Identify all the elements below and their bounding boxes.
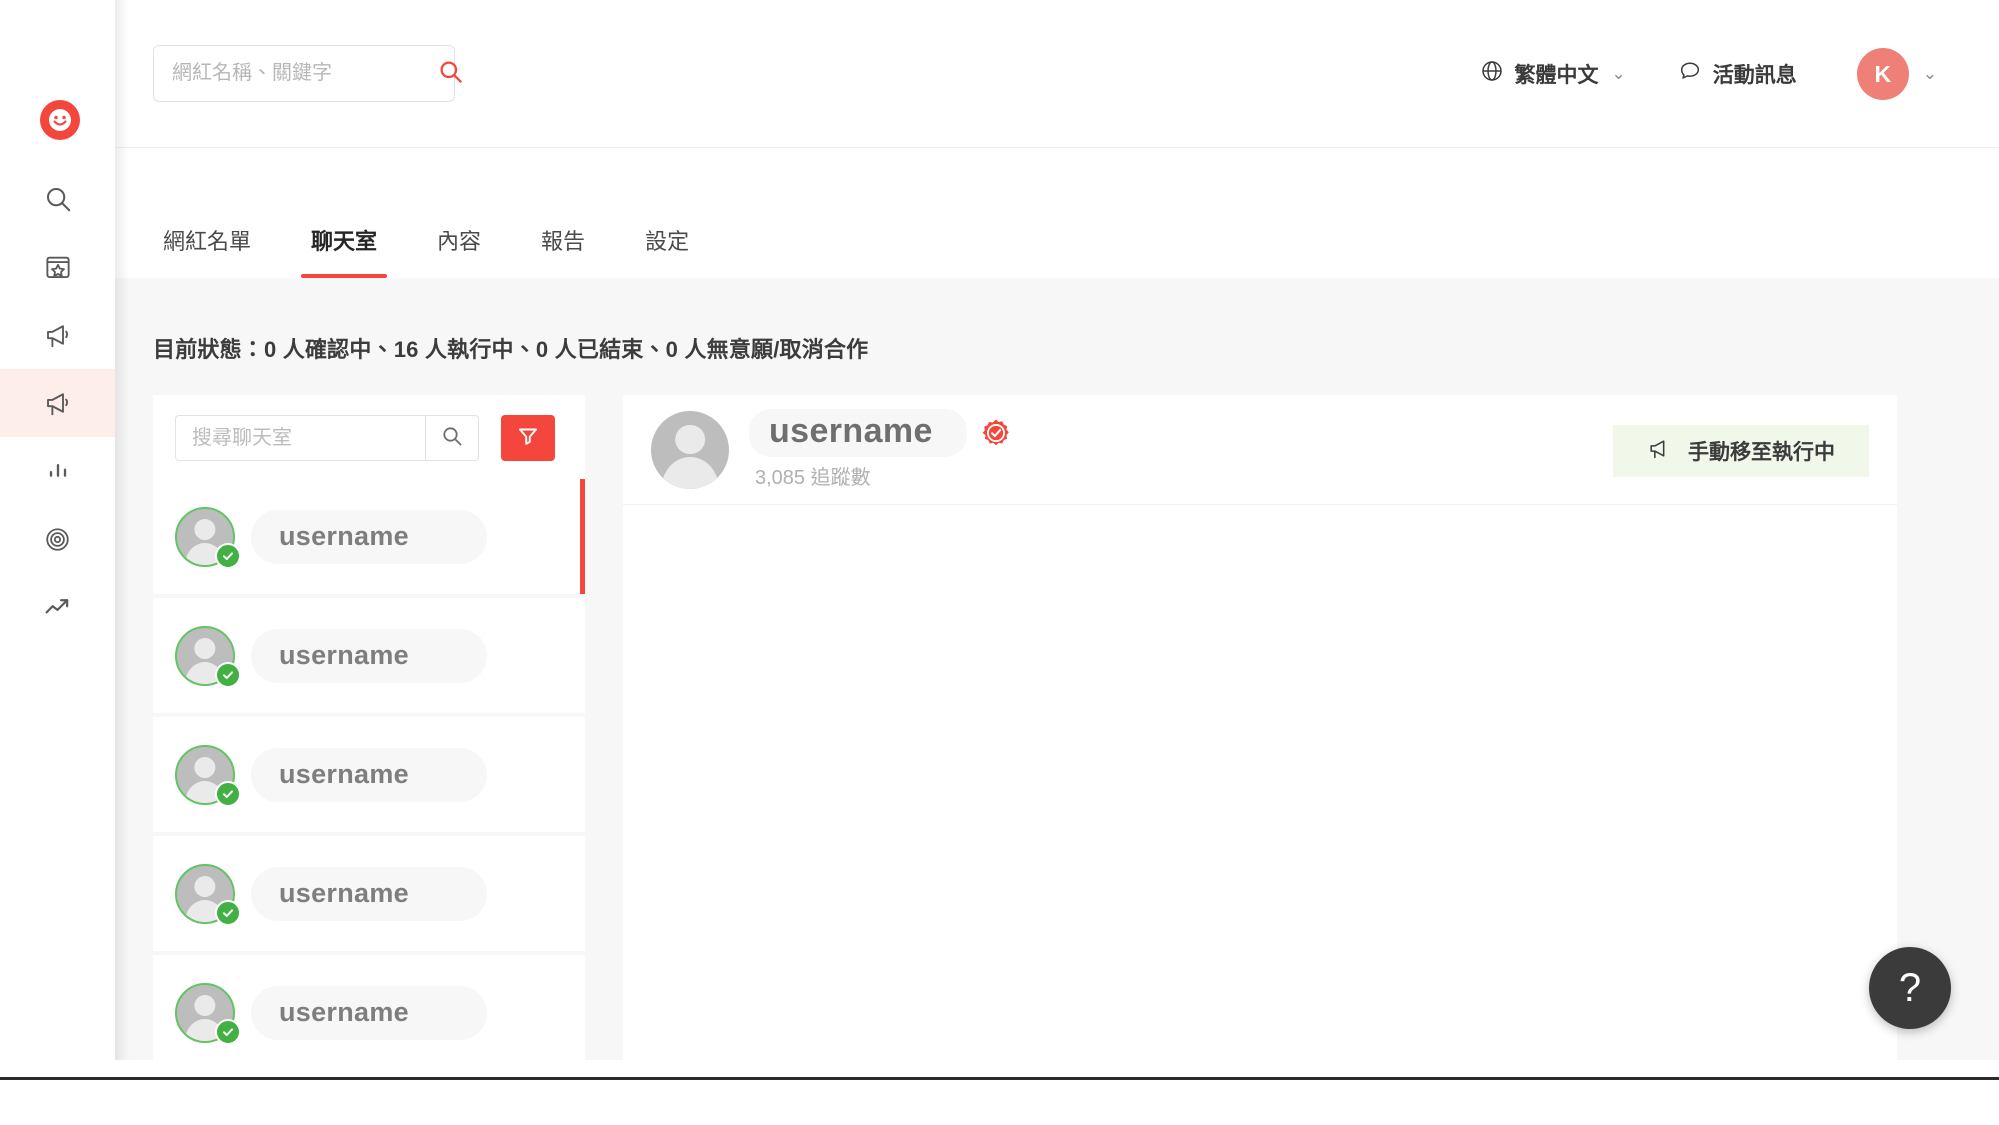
chat-list-item[interactable]: username <box>153 955 585 1060</box>
search-submit-button[interactable] <box>437 46 464 101</box>
rail-item-target[interactable] <box>0 505 115 573</box>
name-skeleton-pill: username <box>251 747 487 802</box>
main-body: 目前狀態：0 人確認中、16 人執行中、0 人已結束、0 人無意願/取消合作 搜… <box>115 278 1999 1060</box>
rail-item-analytics[interactable] <box>0 437 115 505</box>
tab-label: 內容 <box>437 229 482 254</box>
tab-content[interactable]: 內容 <box>427 224 491 278</box>
tab-label: 設定 <box>645 229 690 254</box>
account-menu[interactable]: K ⌄ <box>1856 48 1937 100</box>
chat-item-name: username <box>279 997 409 1027</box>
follower-count: 3,085 追蹤數 <box>755 466 871 489</box>
name-skeleton-pill: username <box>749 409 967 457</box>
tab-label: 聊天室 <box>311 229 378 254</box>
megaphone-icon <box>43 388 73 418</box>
rail-item-list <box>0 165 115 641</box>
chat-list-item[interactable]: username <box>153 598 585 713</box>
avatar: K <box>1856 48 1909 100</box>
chat-search-input[interactable] <box>175 415 425 461</box>
name-skeleton-pill: username <box>251 866 487 921</box>
chat-panel: username 3,085 追蹤數 手動移至執行中 <box>623 395 1897 1060</box>
chat-item-name: username <box>279 640 409 670</box>
help-button[interactable]: ? <box>1869 947 1951 1029</box>
avatar <box>175 744 241 807</box>
tab-report[interactable]: 報告 <box>531 224 595 278</box>
verified-badge-icon <box>981 418 1011 448</box>
tab-chatroom[interactable]: 聊天室 <box>301 224 388 278</box>
speech-bubble-icon <box>1678 59 1702 89</box>
chat-list-item[interactable]: username <box>153 836 585 951</box>
avatar <box>175 506 241 569</box>
page-bottom-rule <box>0 1077 1999 1080</box>
top-header: 繁體中文 ⌄ 活動訊息 K ⌄ <box>115 0 1999 148</box>
verified-check-icon <box>215 780 241 807</box>
filter-button[interactable] <box>501 415 555 461</box>
chat-panel-header: username 3,085 追蹤數 手動移至執行中 <box>623 395 1897 505</box>
verified-check-icon <box>215 542 241 569</box>
move-to-executing-label: 手動移至執行中 <box>1688 441 1835 464</box>
app-logo[interactable] <box>40 100 80 140</box>
chevron-down-icon: ⌄ <box>1922 64 1937 83</box>
rail-item-campaign-active[interactable] <box>0 369 115 437</box>
target-icon <box>43 525 72 554</box>
rail-item-campaigns[interactable] <box>0 301 115 369</box>
chat-profile-name: username <box>769 412 933 451</box>
chat-item-name: username <box>279 878 409 908</box>
rail-item-search[interactable] <box>0 165 115 233</box>
avatar <box>175 863 241 926</box>
chat-profile-name-row: username <box>749 409 1011 457</box>
chat-item-list: username username username username user… <box>153 479 585 1060</box>
language-label: 繁體中文 <box>1514 64 1599 87</box>
verified-check-icon <box>215 899 241 926</box>
chat-search-card <box>153 395 585 479</box>
megaphone-icon <box>1647 436 1672 466</box>
chat-profile-meta: username 3,085 追蹤數 <box>749 409 1011 489</box>
search-icon <box>43 184 73 214</box>
search-icon <box>437 58 464 90</box>
activity-messages-button[interactable]: 活動訊息 <box>1678 59 1797 89</box>
tab-label: 報告 <box>541 229 586 254</box>
smiley-logo-icon <box>47 107 73 133</box>
verified-check-icon <box>215 661 241 688</box>
rail-item-trending[interactable] <box>0 573 115 641</box>
left-icon-rail <box>0 0 115 1060</box>
chat-list-item[interactable]: username <box>153 717 585 832</box>
browser-viewport: 繁體中文 ⌄ 活動訊息 K ⌄ <box>0 0 1999 1077</box>
app-root: 繁體中文 ⌄ 活動訊息 K ⌄ <box>0 0 1999 1125</box>
tab-list: 網紅名單 聊天室 內容 報告 設定 <box>153 224 739 278</box>
avatar <box>175 982 241 1045</box>
chat-item-name: username <box>279 759 409 789</box>
language-switcher[interactable]: 繁體中文 ⌄ <box>1480 59 1626 89</box>
chevron-down-icon: ⌄ <box>1611 64 1626 83</box>
rail-item-favorites[interactable] <box>0 233 115 301</box>
header-actions: 繁體中文 ⌄ 活動訊息 K ⌄ <box>1428 0 1937 148</box>
tab-label: 網紅名單 <box>163 229 252 254</box>
funnel-filter-icon <box>516 424 540 453</box>
chat-list-column: username <box>153 395 585 1060</box>
name-skeleton-pill: username <box>251 985 487 1040</box>
star-box-icon <box>43 252 73 282</box>
avatar <box>651 410 729 489</box>
verified-check-icon <box>215 1018 241 1045</box>
move-to-executing-button[interactable]: 手動移至執行中 <box>1613 425 1869 477</box>
avatar <box>175 625 241 688</box>
megaphone-icon <box>43 320 73 350</box>
globe-icon <box>1480 59 1504 89</box>
status-summary: 目前狀態：0 人確認中、16 人執行中、0 人已結束、0 人無意願/取消合作 <box>153 337 869 362</box>
chat-message-area[interactable] <box>623 505 1897 1059</box>
tab-bar: 網紅名單 聊天室 內容 報告 設定 <box>115 148 1999 278</box>
bar-chart-icon <box>44 457 72 485</box>
tab-influencer-list[interactable]: 網紅名單 <box>153 224 261 278</box>
chat-list-item[interactable]: username <box>153 479 585 594</box>
chat-search-group <box>175 415 555 461</box>
trending-up-icon <box>43 593 72 622</box>
name-skeleton-pill: username <box>251 628 487 683</box>
chat-item-name: username <box>279 521 409 551</box>
name-skeleton-pill: username <box>251 509 487 564</box>
activity-messages-label: 活動訊息 <box>1712 64 1797 87</box>
tab-settings[interactable]: 設定 <box>635 224 699 278</box>
global-search[interactable] <box>153 45 462 102</box>
search-icon <box>440 424 464 453</box>
chat-search-button[interactable] <box>425 415 479 461</box>
search-input[interactable] <box>154 62 437 85</box>
